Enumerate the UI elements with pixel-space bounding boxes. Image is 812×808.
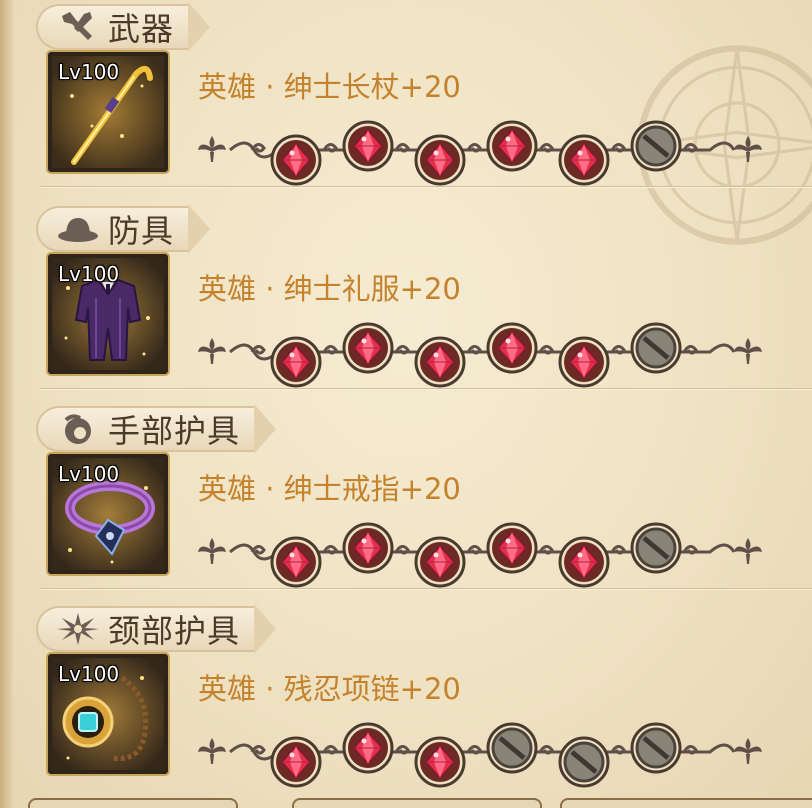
ruby-gem-socket[interactable] bbox=[414, 736, 466, 788]
empty-socket[interactable] bbox=[558, 736, 610, 788]
section-divider bbox=[40, 388, 812, 390]
empty-socket[interactable] bbox=[630, 120, 682, 172]
item-slot[interactable]: Lv100 bbox=[48, 254, 168, 374]
fleur-de-lis-ornament bbox=[198, 538, 226, 564]
ruby-gem-socket[interactable] bbox=[342, 322, 394, 374]
fleur-de-lis-ornament bbox=[198, 338, 226, 364]
socket-row bbox=[190, 718, 770, 788]
fleur-de-lis-ornament bbox=[734, 738, 762, 764]
ruby-gem-socket[interactable] bbox=[342, 522, 394, 574]
equipment-section-hand: 手部护具 Lv100 英雄 · 绅士戒指+20 bbox=[14, 402, 812, 602]
fleur-de-lis-ornament bbox=[198, 136, 226, 162]
ruby-gem-socket[interactable] bbox=[342, 722, 394, 774]
item-level: Lv100 bbox=[58, 60, 120, 84]
equipment-section-armor: 防具 Lv100 英雄 · 绅士礼服+20 bbox=[14, 202, 812, 402]
star-emblem-icon bbox=[56, 612, 100, 646]
category-label: 武器 bbox=[108, 10, 175, 48]
item-level: Lv100 bbox=[58, 262, 120, 286]
socket-row bbox=[190, 318, 770, 388]
ruby-gem-socket[interactable] bbox=[270, 536, 322, 588]
socket-row bbox=[190, 518, 770, 588]
socket-row bbox=[190, 116, 770, 186]
item-name: 英雄 · 残忍项链+20 bbox=[198, 672, 461, 706]
item-slot[interactable]: Lv100 bbox=[48, 52, 168, 172]
equipment-section-weapon: 武器 Lv100 英雄 · 绅士长杖+20 bbox=[14, 0, 812, 200]
sword-icon bbox=[56, 10, 100, 44]
fleur-de-lis-ornament bbox=[734, 538, 762, 564]
section-divider bbox=[40, 588, 812, 590]
ruby-gem-socket[interactable] bbox=[270, 336, 322, 388]
category-tab[interactable]: 防具 bbox=[36, 204, 211, 254]
item-level: Lv100 bbox=[58, 462, 120, 486]
empty-socket[interactable] bbox=[486, 722, 538, 774]
fleur-de-lis-ornament bbox=[198, 738, 226, 764]
ruby-gem-socket[interactable] bbox=[486, 322, 538, 374]
glove-icon bbox=[56, 412, 100, 446]
category-label: 防具 bbox=[108, 212, 175, 250]
category-tab[interactable]: 手部护具 bbox=[36, 404, 277, 454]
left-border bbox=[0, 0, 14, 808]
category-tab[interactable]: 颈部护具 bbox=[36, 604, 277, 654]
item-name: 英雄 · 绅士长杖+20 bbox=[198, 70, 461, 104]
item-slot[interactable]: Lv100 bbox=[48, 654, 168, 774]
equipment-section-neck: 颈部护具 Lv100 英雄 · 残忍项链+20 bbox=[14, 602, 812, 802]
empty-socket[interactable] bbox=[630, 522, 682, 574]
hat-icon bbox=[56, 212, 100, 246]
ruby-gem-socket[interactable] bbox=[270, 736, 322, 788]
category-tab[interactable]: 武器 bbox=[36, 2, 211, 52]
fleur-de-lis-ornament bbox=[734, 338, 762, 364]
ruby-gem-socket[interactable] bbox=[558, 336, 610, 388]
ruby-gem-socket[interactable] bbox=[270, 134, 322, 186]
ruby-gem-socket[interactable] bbox=[414, 536, 466, 588]
item-name: 英雄 · 绅士戒指+20 bbox=[198, 472, 461, 506]
ruby-gem-socket[interactable] bbox=[486, 120, 538, 172]
empty-socket[interactable] bbox=[630, 722, 682, 774]
category-label: 手部护具 bbox=[108, 412, 241, 450]
ruby-gem-socket[interactable] bbox=[486, 522, 538, 574]
ruby-gem-socket[interactable] bbox=[558, 134, 610, 186]
ruby-gem-socket[interactable] bbox=[414, 336, 466, 388]
item-name: 英雄 · 绅士礼服+20 bbox=[198, 272, 461, 306]
section-divider bbox=[40, 186, 812, 188]
item-slot[interactable]: Lv100 bbox=[48, 454, 168, 574]
ruby-gem-socket[interactable] bbox=[342, 120, 394, 172]
item-level: Lv100 bbox=[58, 662, 120, 686]
category-label: 颈部护具 bbox=[108, 612, 241, 650]
ruby-gem-socket[interactable] bbox=[558, 536, 610, 588]
fleur-de-lis-ornament bbox=[734, 136, 762, 162]
bottom-tab-edges bbox=[14, 798, 812, 808]
ruby-gem-socket[interactable] bbox=[414, 134, 466, 186]
empty-socket[interactable] bbox=[630, 322, 682, 374]
